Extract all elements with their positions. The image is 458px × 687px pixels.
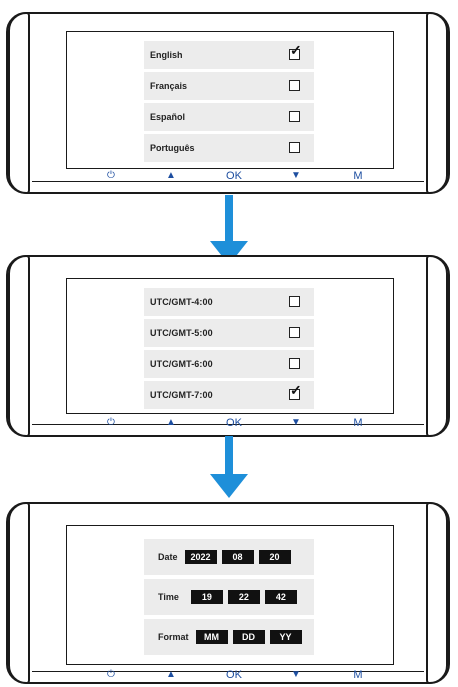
- device-panel-timezone: UTC/GMT-4:00 UTC/GMT-5:00 UTC/GMT-6:00 U…: [6, 255, 450, 437]
- device-left-cap: [8, 255, 30, 437]
- checkbox[interactable]: [289, 111, 300, 122]
- format-third-field[interactable]: YY: [269, 630, 302, 644]
- time-minute-field[interactable]: 22: [227, 590, 260, 604]
- language-screen: English ✓ Français Español Português: [66, 31, 394, 169]
- option-label: Português: [150, 143, 195, 153]
- date-label: Date: [158, 552, 178, 562]
- timezone-screen: UTC/GMT-4:00 UTC/GMT-5:00 UTC/GMT-6:00 U…: [66, 278, 394, 414]
- up-button[interactable]: ▲: [156, 669, 186, 680]
- time-hour-field[interactable]: 19: [190, 590, 223, 604]
- ok-button[interactable]: OK: [219, 417, 249, 429]
- datetime-screen: Date 2022 08 20 Time 19 22 42 Format MM …: [66, 525, 394, 665]
- date-day-field[interactable]: 20: [258, 550, 291, 564]
- power-button[interactable]: ⏻: [96, 669, 126, 680]
- checkmark-icon: ✓: [290, 382, 302, 398]
- date-year-field[interactable]: 2022: [184, 550, 217, 564]
- device-right-cap: [426, 12, 448, 194]
- device-panel-language: English ✓ Français Español Português ⏻ ▲…: [6, 12, 450, 194]
- device-left-cap: [8, 502, 30, 684]
- menu-button[interactable]: M: [343, 417, 373, 429]
- ok-button[interactable]: OK: [219, 170, 249, 182]
- checkbox[interactable]: [289, 358, 300, 369]
- device-panel-datetime: Date 2022 08 20 Time 19 22 42 Format MM …: [6, 502, 450, 684]
- date-row[interactable]: Date 2022 08 20: [144, 539, 314, 575]
- timezone-option[interactable]: UTC/GMT-6:00: [144, 350, 314, 378]
- menu-button[interactable]: M: [343, 669, 373, 681]
- language-option-espanol[interactable]: Español: [144, 103, 314, 131]
- checkbox-checked[interactable]: ✓: [289, 43, 302, 60]
- power-button[interactable]: ⏻: [96, 417, 126, 428]
- timezone-option[interactable]: UTC/GMT-7:00 ✓: [144, 381, 314, 409]
- device-button-row: ⏻ ▲ OK ▼ M: [8, 669, 448, 683]
- option-label: UTC/GMT-6:00: [150, 359, 213, 369]
- language-option-english[interactable]: English ✓: [144, 41, 314, 69]
- language-option-portugues[interactable]: Português: [144, 134, 314, 162]
- checkbox[interactable]: [289, 327, 300, 338]
- option-label: UTC/GMT-5:00: [150, 328, 213, 338]
- device-button-row: ⏻ ▲ OK ▼ M: [8, 170, 448, 184]
- format-first-field[interactable]: MM: [195, 630, 228, 644]
- up-button[interactable]: ▲: [156, 417, 186, 428]
- timezone-option[interactable]: UTC/GMT-5:00: [144, 319, 314, 347]
- checkbox[interactable]: [289, 296, 300, 307]
- down-button[interactable]: ▼: [281, 669, 311, 680]
- ok-button[interactable]: OK: [219, 669, 249, 681]
- timezone-option[interactable]: UTC/GMT-4:00: [144, 288, 314, 316]
- down-button[interactable]: ▼: [281, 170, 311, 181]
- time-row[interactable]: Time 19 22 42: [144, 579, 314, 615]
- device-right-cap: [426, 502, 448, 684]
- date-month-field[interactable]: 08: [221, 550, 254, 564]
- down-button[interactable]: ▼: [281, 417, 311, 428]
- option-label: English: [150, 50, 183, 60]
- menu-button[interactable]: M: [343, 170, 373, 182]
- language-option-francais[interactable]: Français: [144, 72, 314, 100]
- device-button-row: ⏻ ▲ OK ▼ M: [8, 417, 448, 431]
- checkbox[interactable]: [289, 142, 300, 153]
- option-label: Français: [150, 81, 188, 91]
- time-second-field[interactable]: 42: [264, 590, 297, 604]
- format-label: Format: [158, 632, 189, 642]
- up-button[interactable]: ▲: [156, 170, 186, 181]
- checkmark-icon: ✓: [290, 42, 302, 58]
- format-row[interactable]: Format MM DD YY: [144, 619, 314, 655]
- checkbox[interactable]: [289, 80, 300, 91]
- format-second-field[interactable]: DD: [232, 630, 265, 644]
- option-label: UTC/GMT-7:00: [150, 390, 213, 400]
- device-left-cap: [8, 12, 30, 194]
- power-button[interactable]: ⏻: [96, 170, 126, 181]
- device-right-cap: [426, 255, 448, 437]
- option-label: UTC/GMT-4:00: [150, 297, 213, 307]
- time-label: Time: [158, 592, 179, 602]
- option-label: Español: [150, 112, 186, 122]
- checkbox-checked[interactable]: ✓: [289, 383, 302, 400]
